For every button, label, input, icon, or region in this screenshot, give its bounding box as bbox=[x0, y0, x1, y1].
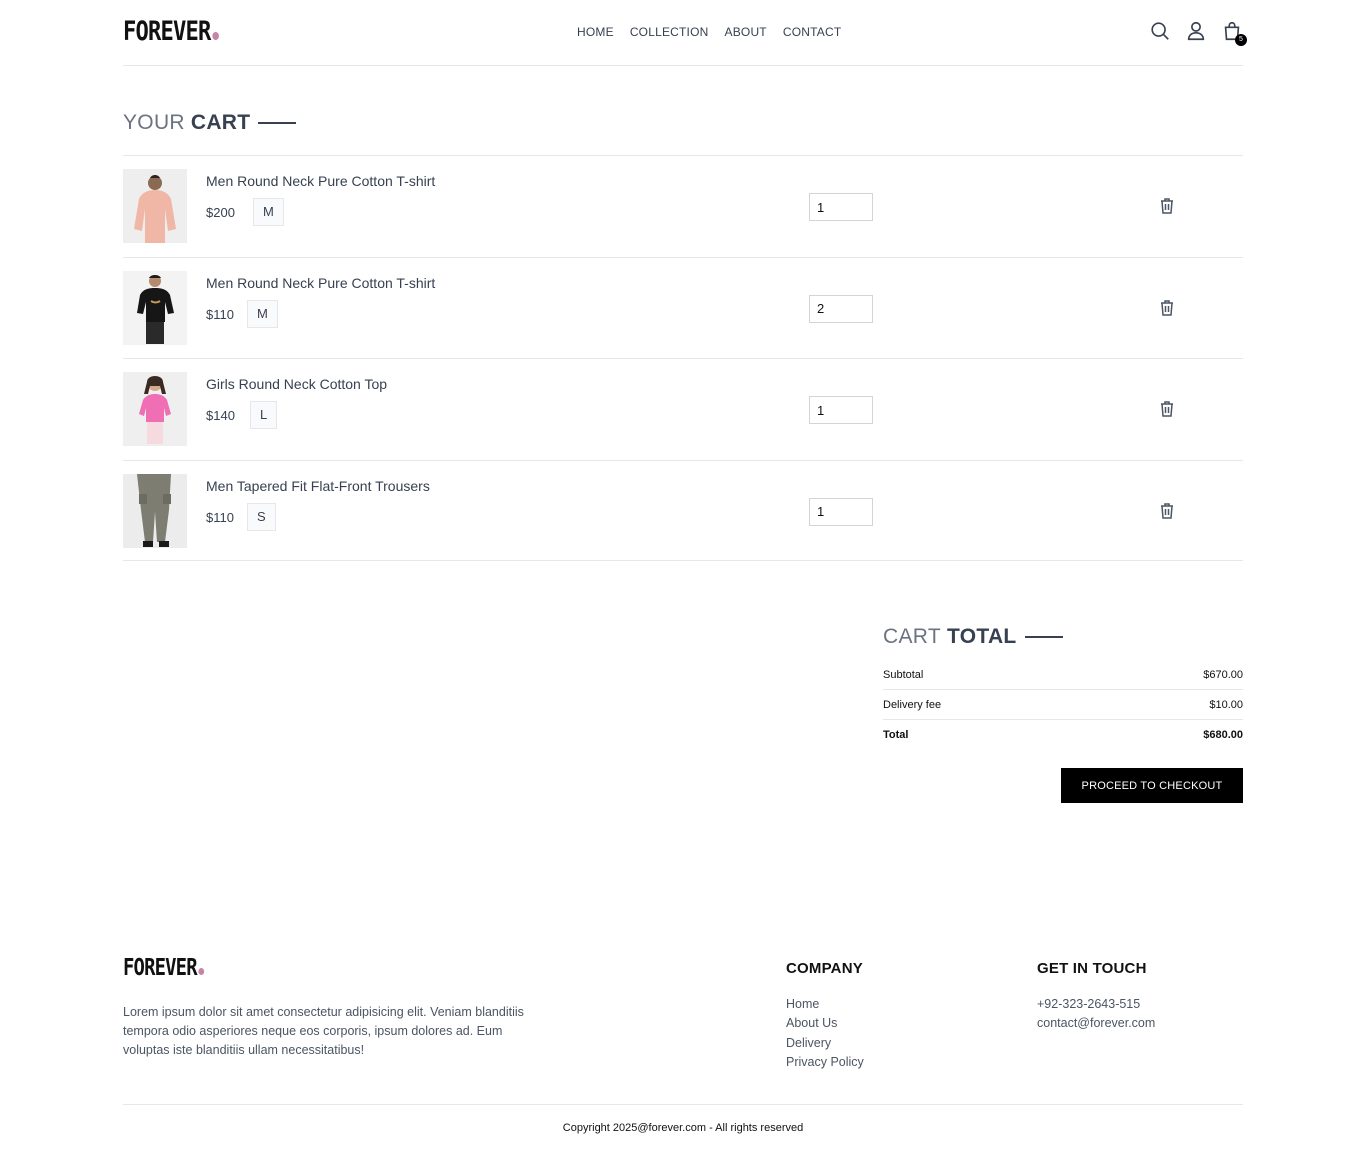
product-size: M bbox=[247, 299, 278, 328]
trash-icon[interactable] bbox=[1157, 501, 1177, 521]
product-name[interactable]: Men Round Neck Pure Cotton T-shirt bbox=[206, 173, 435, 189]
main-nav: HOME COLLECTION ABOUT CONTACT bbox=[577, 25, 841, 39]
user-icon[interactable] bbox=[1185, 20, 1207, 42]
cart-total-title-bold: TOTAL bbox=[947, 625, 1017, 648]
total-row: Total $680.00 bbox=[883, 720, 1243, 750]
product-size: M bbox=[253, 198, 284, 226]
total-value: $680.00 bbox=[1203, 729, 1243, 741]
cart-item: Girls Round Neck Cotton Top $140 L bbox=[123, 358, 1243, 460]
shopping-bag-icon[interactable]: 5 bbox=[1221, 20, 1247, 46]
logo-dot bbox=[198, 968, 205, 975]
footer-company: COMPANY Home About Us Delivery Privacy P… bbox=[786, 960, 864, 1072]
total-label: Total bbox=[883, 729, 909, 741]
footer-divider bbox=[123, 1104, 1243, 1105]
cart-item: Men Tapered Fit Flat-Front Trousers $110… bbox=[123, 459, 1243, 561]
quantity-input[interactable] bbox=[809, 396, 873, 424]
site-header: FOREVER HOME COLLECTION ABOUT CONTACT 5 bbox=[123, 0, 1247, 66]
product-price: $140 bbox=[206, 408, 235, 423]
nav-collection[interactable]: COLLECTION bbox=[630, 25, 709, 39]
quantity-input[interactable] bbox=[809, 193, 873, 221]
footer-description: Lorem ipsum dolor sit amet consectetur a… bbox=[123, 1005, 524, 1057]
footer-contact: GET IN TOUCH +92-323-2643-515 contact@fo… bbox=[1037, 960, 1155, 1034]
cart-totals: Subtotal $670.00 Delivery fee $10.00 Tot… bbox=[883, 660, 1243, 750]
cart-total-title-light: CART bbox=[883, 625, 941, 648]
title-line bbox=[1024, 636, 1063, 638]
nav-about[interactable]: ABOUT bbox=[725, 25, 767, 39]
product-name[interactable]: Girls Round Neck Cotton Top bbox=[206, 376, 387, 392]
delivery-label: Delivery fee bbox=[883, 698, 942, 711]
trash-icon[interactable] bbox=[1157, 196, 1177, 216]
logo-dot bbox=[212, 32, 219, 40]
copyright: Copyright 2025@forever.com - All rights … bbox=[562, 1122, 804, 1134]
header-icons: 5 bbox=[1149, 20, 1247, 46]
contact-phone: +92-323-2643-515 bbox=[1037, 997, 1141, 1011]
product-image[interactable] bbox=[123, 473, 187, 548]
footer-link-about[interactable]: About Us bbox=[786, 1014, 864, 1033]
delivery-value: $10.00 bbox=[1209, 698, 1243, 711]
cart-item: Men Round Neck Pure Cotton T-shirt $110 … bbox=[123, 256, 1243, 359]
product-price: $110 bbox=[206, 509, 234, 525]
contact-heading: GET IN TOUCH bbox=[1037, 960, 1147, 977]
product-name[interactable]: Men Tapered Fit Flat-Front Trousers bbox=[206, 478, 430, 494]
product-price: $200 bbox=[206, 205, 235, 220]
cart-list: Men Round Neck Pure Cotton T-shirt $200 … bbox=[123, 155, 1243, 561]
cart-total-title: CART TOTAL bbox=[883, 625, 1063, 649]
proceed-to-checkout-button[interactable]: PROCEED TO CHECKOUT bbox=[1061, 768, 1243, 803]
trash-icon[interactable] bbox=[1157, 298, 1177, 318]
delivery-row: Delivery fee $10.00 bbox=[883, 690, 1243, 720]
nav-home[interactable]: HOME bbox=[577, 25, 614, 39]
nav-contact[interactable]: CONTACT bbox=[783, 25, 842, 39]
footer-logo[interactable]: FOREVER bbox=[123, 955, 205, 981]
product-name[interactable]: Men Round Neck Pure Cotton T-shirt bbox=[206, 275, 435, 291]
subtotal-value: $670.00 bbox=[1203, 668, 1243, 681]
quantity-input[interactable] bbox=[809, 497, 873, 526]
company-heading: COMPANY bbox=[786, 960, 863, 977]
footer-logo-text: FOREVER bbox=[123, 955, 198, 981]
product-image[interactable] bbox=[123, 270, 187, 345]
footer-link-home[interactable]: Home bbox=[786, 995, 864, 1014]
cart-title-light: YOUR bbox=[123, 111, 185, 134]
logo-text: FOREVER bbox=[123, 16, 211, 47]
product-size: S bbox=[247, 502, 276, 531]
cart-title: YOUR CART bbox=[123, 111, 297, 135]
contact-email: contact@forever.com bbox=[1037, 1016, 1156, 1031]
footer-link-delivery[interactable]: Delivery bbox=[786, 1034, 864, 1053]
logo[interactable]: FOREVER bbox=[123, 16, 219, 47]
title-line bbox=[258, 122, 297, 124]
product-image[interactable] bbox=[123, 372, 187, 446]
search-icon[interactable] bbox=[1149, 20, 1171, 42]
cart-count-badge: 5 bbox=[1235, 34, 1247, 46]
footer-link-privacy[interactable]: Privacy Policy bbox=[786, 1053, 864, 1072]
subtotal-label: Subtotal bbox=[883, 668, 924, 681]
trash-icon[interactable] bbox=[1157, 399, 1177, 419]
product-price: $110 bbox=[206, 306, 234, 322]
product-size: L bbox=[250, 401, 278, 429]
quantity-input[interactable] bbox=[809, 294, 873, 323]
product-image[interactable] bbox=[123, 169, 187, 243]
cart-title-bold: CART bbox=[190, 111, 251, 134]
subtotal-row: Subtotal $670.00 bbox=[883, 660, 1243, 690]
cart-item: Men Round Neck Pure Cotton T-shirt $200 … bbox=[123, 155, 1243, 257]
